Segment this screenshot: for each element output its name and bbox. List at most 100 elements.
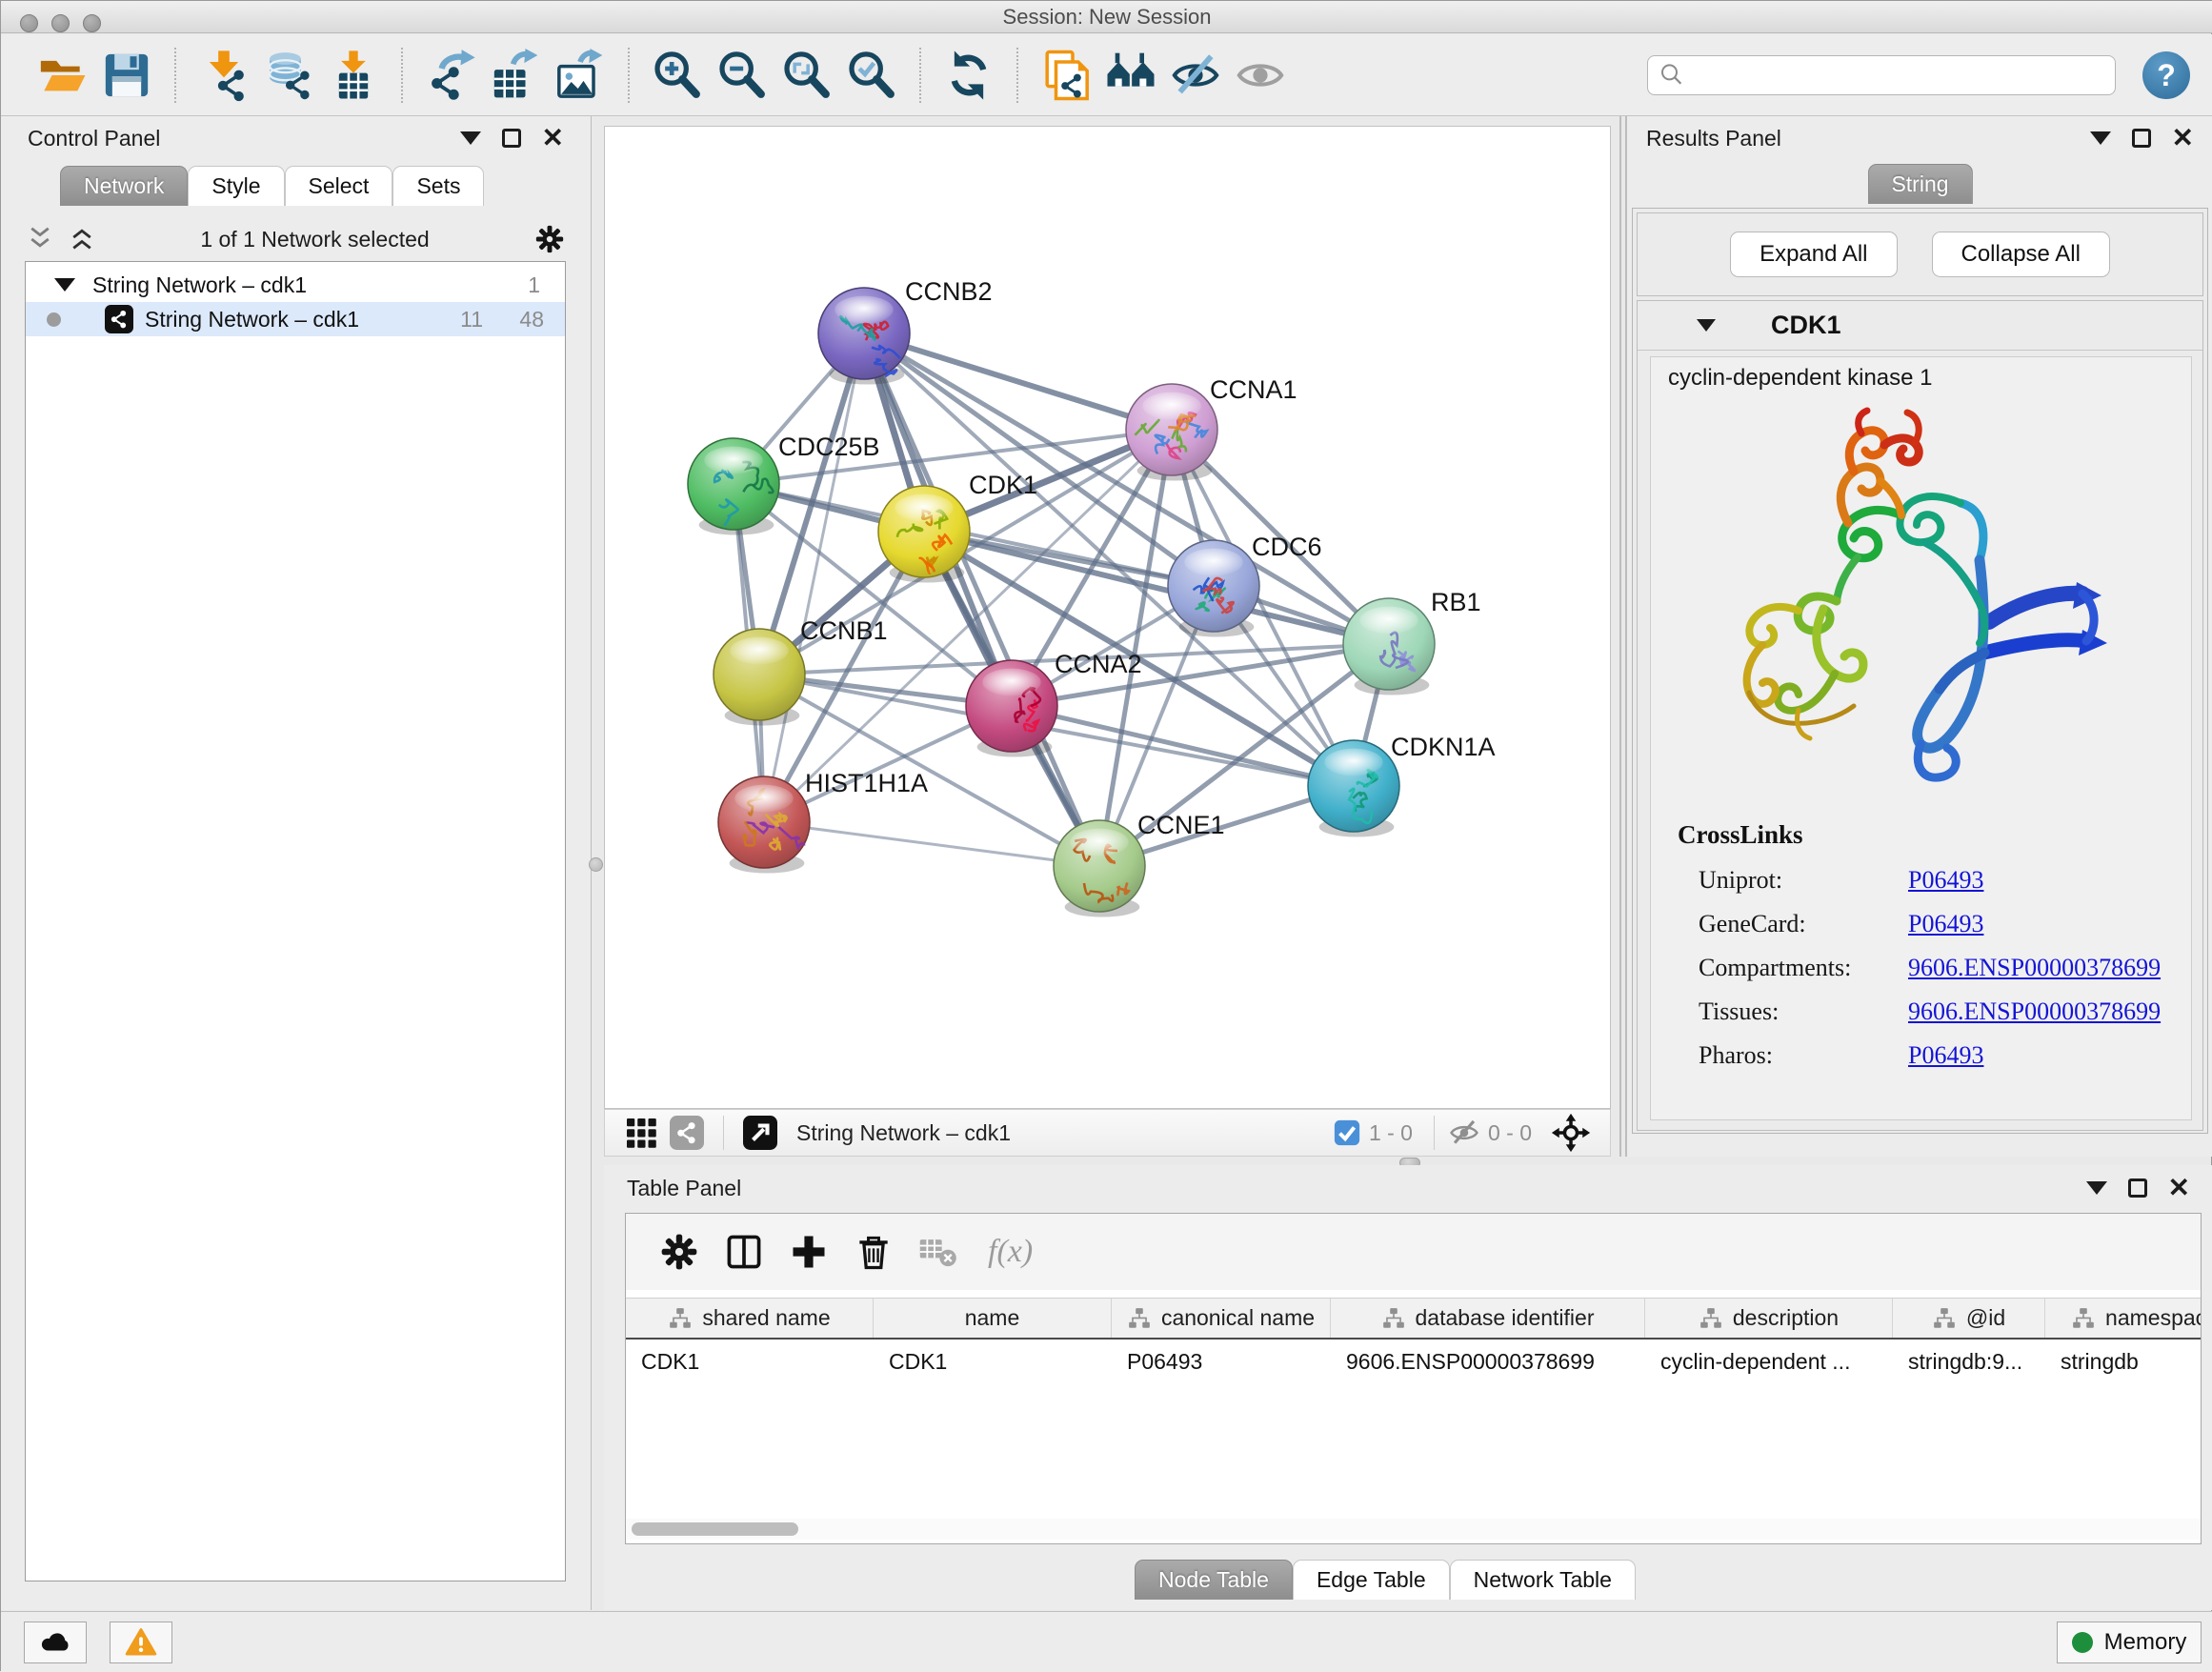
- table-cell[interactable]: CDK1: [874, 1341, 1112, 1381]
- zoom-window-button[interactable]: [83, 14, 101, 32]
- import-table-icon[interactable]: [327, 49, 380, 102]
- tab-select[interactable]: Select: [285, 166, 393, 206]
- save-session-icon[interactable]: [100, 49, 153, 102]
- function-builder-icon: f(x): [988, 1234, 1033, 1270]
- tab-string[interactable]: String: [1867, 164, 1972, 204]
- import-network-from-database-icon[interactable]: [262, 49, 315, 102]
- close-window-button[interactable]: [20, 14, 38, 32]
- tab-node-table[interactable]: Node Table: [1135, 1560, 1293, 1600]
- close-panel-icon[interactable]: ✕: [2168, 1178, 2190, 1198]
- network-label: String Network – cdk1: [145, 307, 359, 332]
- hide-selected-icon[interactable]: [1169, 49, 1222, 102]
- table-cell[interactable]: CDK1: [626, 1341, 874, 1381]
- table-cell[interactable]: P06493: [1112, 1341, 1331, 1381]
- tree-expander-icon[interactable]: [54, 278, 75, 292]
- table-cell[interactable]: cyclin-dependent ...: [1645, 1341, 1893, 1381]
- export-image-icon[interactable]: [553, 49, 607, 102]
- zoom-in-icon[interactable]: [651, 49, 704, 102]
- warnings-button[interactable]: [110, 1622, 172, 1663]
- close-panel-icon[interactable]: ✕: [542, 129, 564, 148]
- crosslink-row: Tissues:9606.ENSP00000378699: [1699, 990, 2175, 1034]
- tab-sets[interactable]: Sets: [392, 166, 484, 206]
- export-table-icon[interactable]: [489, 49, 542, 102]
- table-cell[interactable]: stringdb:9...: [1893, 1341, 2045, 1381]
- apply-layout-icon[interactable]: [942, 49, 995, 102]
- zoom-out-icon[interactable]: [715, 49, 769, 102]
- birds-eye-view-icon[interactable]: [624, 1116, 658, 1150]
- float-panel-icon[interactable]: [2128, 1178, 2147, 1198]
- column-header-database-identifier[interactable]: database identifier: [1331, 1299, 1645, 1338]
- export-network-icon[interactable]: [424, 49, 477, 102]
- table-panel: Table Panel ✕ f(x) shared namenamecanoni…: [604, 1165, 2212, 1610]
- search-input[interactable]: [1686, 58, 2105, 92]
- first-neighbors-icon[interactable]: [1104, 49, 1157, 102]
- tab-network-table[interactable]: Network Table: [1450, 1560, 1636, 1600]
- table-cell[interactable]: 9606.ENSP00000378699: [1331, 1341, 1645, 1381]
- svg-text:RB1: RB1: [1431, 588, 1481, 616]
- selected-nodes-checkbox-icon[interactable]: [1333, 1118, 1361, 1147]
- tab-style[interactable]: Style: [188, 166, 284, 206]
- collapse-card-icon[interactable]: [1697, 319, 1716, 332]
- delete-table-icon-disabled: [917, 1231, 959, 1273]
- open-file-icon[interactable]: [35, 49, 89, 102]
- hidden-items-eye-icon[interactable]: [1448, 1117, 1480, 1149]
- delete-column-icon[interactable]: [853, 1231, 895, 1273]
- close-panel-icon[interactable]: ✕: [2172, 129, 2194, 148]
- zoom-selected-icon[interactable]: [845, 49, 898, 102]
- tab-network[interactable]: Network: [60, 166, 188, 206]
- clone-network-icon[interactable]: [1039, 49, 1093, 102]
- crosslink-link[interactable]: 9606.ENSP00000378699: [1908, 997, 2161, 1026]
- collapse-panel-icon[interactable]: [460, 131, 481, 145]
- table-cell[interactable]: stringdb: [2045, 1341, 2202, 1381]
- left-splitter-handle[interactable]: [589, 857, 603, 872]
- window-titlebar: Session: New Session: [1, 1, 2212, 33]
- table-options-gear-icon[interactable]: [658, 1231, 700, 1273]
- detach-view-icon[interactable]: [743, 1116, 777, 1150]
- zoom-fit-icon[interactable]: [780, 49, 834, 102]
- collapse-panel-icon[interactable]: [2090, 131, 2111, 145]
- network-row[interactable]: String Network – cdk1 11 48: [26, 302, 565, 336]
- scrollbar-thumb[interactable]: [632, 1522, 798, 1536]
- table-row[interactable]: CDK1CDK1P064939606.ENSP00000378699cyclin…: [626, 1341, 2202, 1381]
- table-horizontal-scrollbar[interactable]: [626, 1519, 2201, 1540]
- float-panel-icon[interactable]: [502, 129, 521, 148]
- collapse-all-networks-icon[interactable]: [26, 225, 54, 253]
- crosslink-link[interactable]: P06493: [1908, 1041, 1983, 1070]
- float-panel-icon[interactable]: [2132, 129, 2151, 148]
- tab-edge-table[interactable]: Edge Table: [1293, 1560, 1450, 1600]
- column-header-description[interactable]: description: [1645, 1299, 1893, 1338]
- protein-card-header[interactable]: CDK1: [1638, 301, 2202, 351]
- show-columns-icon[interactable]: [723, 1231, 765, 1273]
- network-graph[interactable]: CCNB2CCNA1CDC25BCDK1CDC6RB1CCNB1CCNA2CDK…: [605, 127, 1610, 1108]
- expand-all-button[interactable]: Expand All: [1730, 232, 1897, 277]
- column-header--id[interactable]: @id: [1893, 1299, 2045, 1338]
- crosslink-link[interactable]: P06493: [1908, 910, 1983, 938]
- network-canvas[interactable]: CCNB2CCNA1CDC25BCDK1CDC6RB1CCNB1CCNA2CDK…: [604, 126, 1611, 1109]
- show-all-icon[interactable]: [1234, 49, 1287, 102]
- memory-button[interactable]: Memory: [2057, 1622, 2202, 1663]
- network-view-toolbar: String Network – cdk1 1 - 0 0 - 0: [604, 1109, 1611, 1157]
- panel-splitter[interactable]: [1619, 116, 1627, 1157]
- control-panel-tabs: NetworkStyleSelectSets: [60, 166, 484, 206]
- network-collection-row[interactable]: String Network – cdk1 1: [26, 268, 565, 302]
- add-column-icon[interactable]: [788, 1231, 830, 1273]
- fit-selected-crosshair-icon[interactable]: [1551, 1113, 1591, 1153]
- cloud-status-button[interactable]: [24, 1622, 87, 1663]
- collapse-all-button[interactable]: Collapse All: [1932, 232, 2110, 277]
- network-overview-icon[interactable]: [670, 1116, 704, 1150]
- network-options-gear-icon[interactable]: [533, 223, 566, 255]
- crosslink-link[interactable]: P06493: [1908, 866, 1983, 895]
- column-header-canonical-name[interactable]: canonical name: [1112, 1299, 1331, 1338]
- column-header-namespace[interactable]: namespace: [2045, 1299, 2202, 1338]
- collapse-panel-icon[interactable]: [2086, 1181, 2107, 1195]
- crosslink-link[interactable]: 9606.ENSP00000378699: [1908, 954, 2161, 982]
- column-header-name[interactable]: name: [874, 1299, 1112, 1338]
- import-network-icon[interactable]: [197, 49, 251, 102]
- expand-all-networks-icon[interactable]: [68, 225, 96, 253]
- crosslink-label: Compartments:: [1699, 954, 1908, 982]
- results-panel: Results Panel ✕ String Expand All Collap…: [1627, 116, 2212, 1157]
- column-header-shared-name[interactable]: shared name: [626, 1299, 874, 1338]
- minimize-window-button[interactable]: [51, 14, 70, 32]
- toolbar-separator: [174, 48, 176, 103]
- help-icon[interactable]: ?: [2142, 51, 2190, 99]
